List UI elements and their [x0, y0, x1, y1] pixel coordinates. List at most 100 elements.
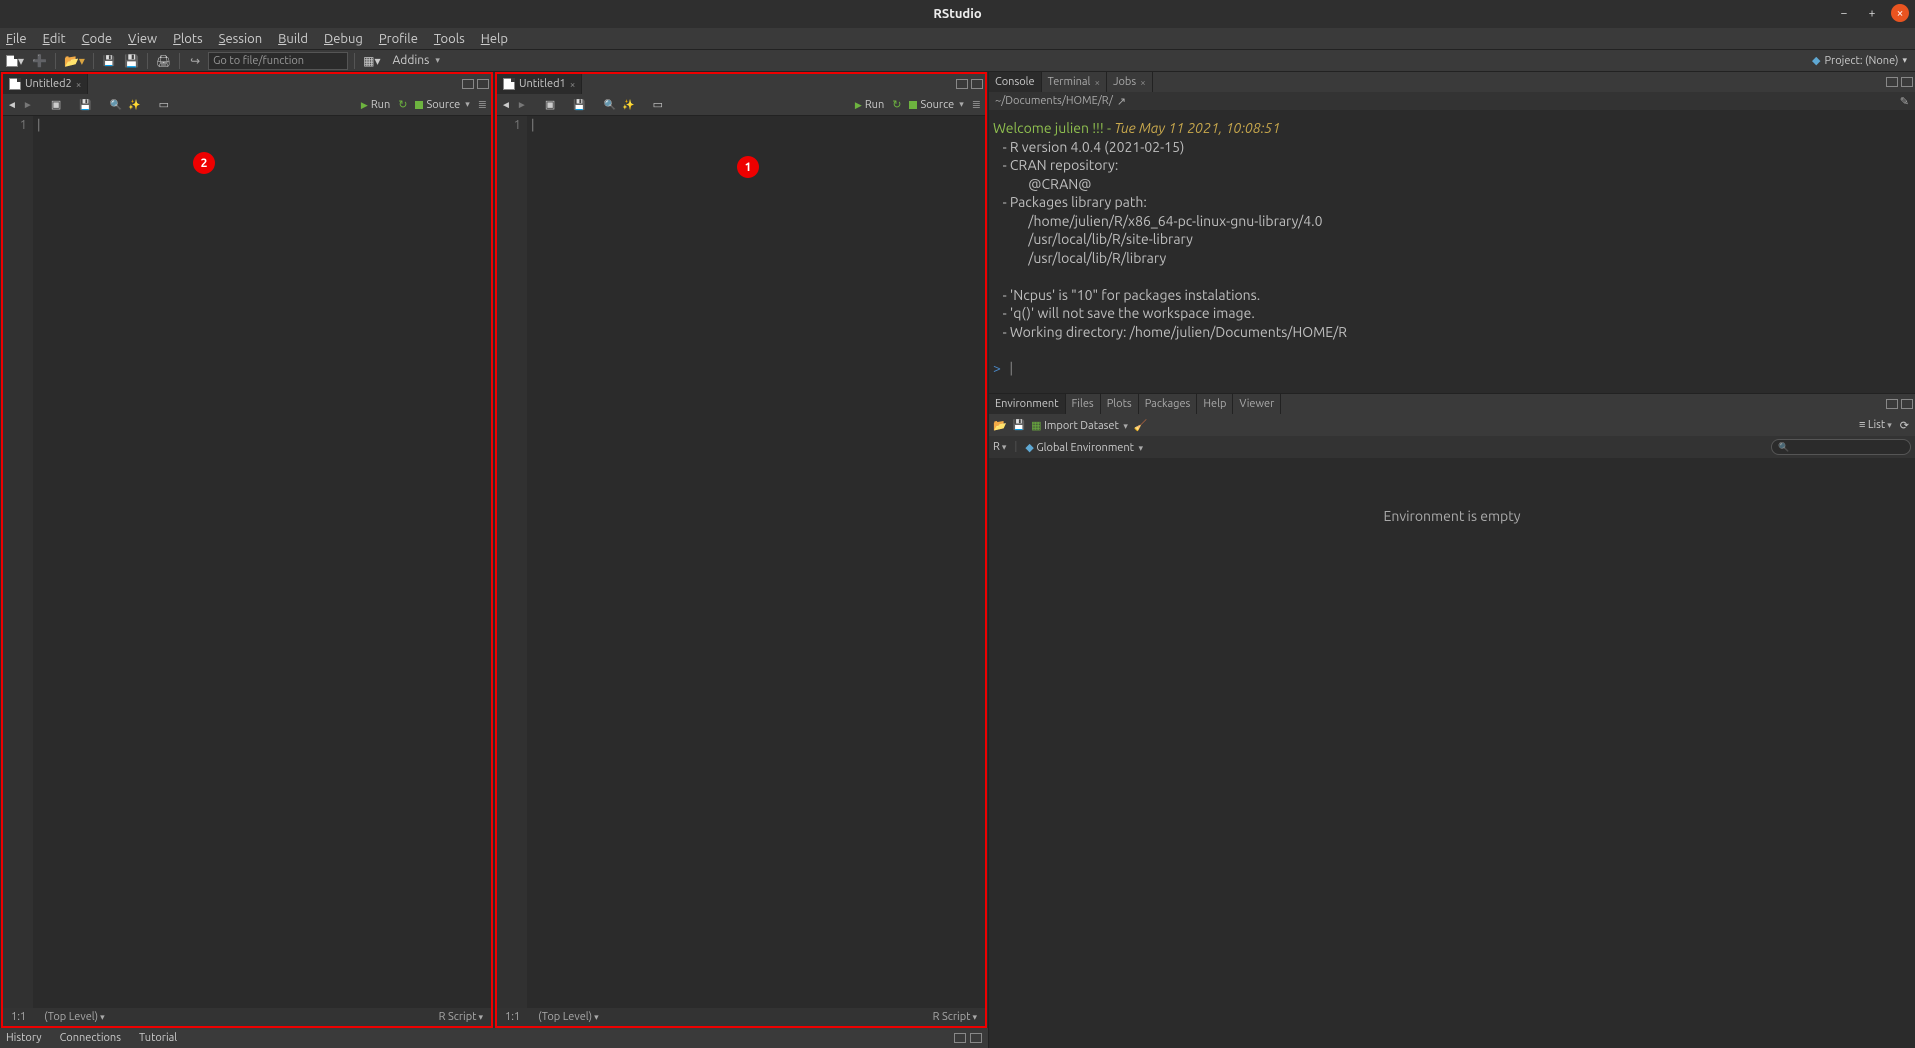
tab-label: Terminal: [1048, 76, 1091, 88]
save-button[interactable]: [100, 52, 118, 70]
save-all-button[interactable]: 💾: [122, 52, 141, 70]
bottom-minimize-icon[interactable]: [954, 1033, 966, 1043]
code-tools-button[interactable]: [128, 99, 140, 111]
env-search-input[interactable]: [1771, 439, 1911, 455]
run-button[interactable]: Run: [361, 99, 390, 111]
console-tab-terminal[interactable]: Terminal×: [1042, 72, 1107, 92]
env-tab-help[interactable]: Help: [1197, 394, 1233, 414]
env-tab-viewer[interactable]: Viewer: [1233, 394, 1281, 414]
project-icon: [1812, 54, 1820, 67]
new-project-button[interactable]: ➕: [30, 52, 49, 70]
find-button[interactable]: [110, 99, 122, 111]
compile-report-button[interactable]: ▭: [653, 98, 663, 111]
menu-build[interactable]: Build: [278, 32, 308, 46]
nav-back-button[interactable]: [7, 99, 17, 111]
lang-dropdown[interactable]: R Script: [933, 1011, 977, 1023]
rerun-button[interactable]: ↻: [398, 98, 407, 111]
source-button[interactable]: Source: [415, 99, 469, 111]
load-workspace-button[interactable]: 📂: [993, 419, 1007, 432]
bottom-maximize-icon[interactable]: [970, 1033, 982, 1043]
grid-button[interactable]: ▦▾: [361, 52, 382, 70]
nav-forward-button[interactable]: [23, 99, 33, 111]
console-tab-console[interactable]: Console: [989, 72, 1042, 92]
close-tab-icon[interactable]: ×: [76, 79, 82, 90]
maximize-button[interactable]: +: [1863, 4, 1881, 22]
rerun-button[interactable]: ↻: [892, 98, 901, 111]
env-scope-dropdown[interactable]: ◆ Global Environment: [1025, 441, 1143, 454]
editor-statusbar: 1:1 (Top Level) R Script: [3, 1008, 491, 1026]
print-button[interactable]: 🖨: [154, 52, 173, 70]
code-editor[interactable]: 1 |: [3, 116, 491, 1008]
new-file-button[interactable]: ▾: [4, 52, 26, 70]
code-tools-button[interactable]: [622, 99, 634, 111]
editor-tab[interactable]: Untitled1 ×: [497, 74, 582, 94]
menu-edit[interactable]: Edit: [43, 32, 66, 46]
outline-button[interactable]: ≣: [972, 98, 981, 111]
project-menu[interactable]: Project: (None) ▾: [1812, 54, 1907, 67]
close-tab-icon[interactable]: ×: [1140, 77, 1146, 88]
editor-tabs: Untitled2 ×: [3, 74, 491, 94]
addins-menu[interactable]: Addins: [387, 54, 446, 67]
save-workspace-button[interactable]: [1013, 419, 1025, 431]
env-tab-packages[interactable]: Packages: [1139, 394, 1198, 414]
clear-env-button[interactable]: 🧹: [1134, 419, 1148, 432]
console-minimize-icon[interactable]: [1886, 77, 1898, 87]
pane-minimize-icon[interactable]: [956, 79, 968, 89]
env-tab-files[interactable]: Files: [1066, 394, 1101, 414]
menu-tools[interactable]: Tools: [434, 32, 465, 46]
source-button[interactable]: Source: [909, 99, 963, 111]
save-file-button[interactable]: [573, 99, 585, 111]
nav-forward-button[interactable]: [517, 99, 527, 111]
bottom-tab-connections[interactable]: Connections: [60, 1032, 121, 1044]
show-in-new-window-button[interactable]: ▣: [545, 98, 555, 111]
run-button[interactable]: Run: [855, 99, 884, 111]
env-tab-plots[interactable]: Plots: [1101, 394, 1139, 414]
compile-report-button[interactable]: ▭: [159, 98, 169, 111]
console-tab-jobs[interactable]: Jobs×: [1107, 72, 1153, 92]
bottom-tab-history[interactable]: History: [6, 1032, 42, 1044]
env-list-button[interactable]: ≡ List: [1859, 419, 1892, 431]
console-maximize-icon[interactable]: [1901, 77, 1913, 87]
open-file-button[interactable]: 📂▾: [62, 52, 87, 70]
bottom-tab-tutorial[interactable]: Tutorial: [139, 1032, 177, 1044]
scope-dropdown[interactable]: (Top Level): [538, 1011, 599, 1023]
minimize-button[interactable]: −: [1835, 4, 1853, 22]
clear-console-icon[interactable]: ✎: [1900, 95, 1909, 108]
code-editor[interactable]: 1 |: [497, 116, 985, 1008]
pane-maximize-icon[interactable]: [971, 79, 983, 89]
pane-maximize-icon[interactable]: [477, 79, 489, 89]
show-in-new-window-button[interactable]: ▣: [51, 98, 61, 111]
code-area[interactable]: |: [33, 116, 491, 1008]
goto-input[interactable]: Go to file/function: [208, 52, 348, 70]
refresh-env-icon[interactable]: ⟳: [1900, 419, 1909, 432]
console-path-arrow-icon[interactable]: ↗: [1117, 95, 1126, 108]
menu-help[interactable]: Help: [481, 32, 508, 46]
env-lang-dropdown[interactable]: R: [993, 441, 1006, 453]
pane-minimize-icon[interactable]: [462, 79, 474, 89]
outline-button[interactable]: ≣: [478, 98, 487, 111]
save-file-button[interactable]: [79, 99, 91, 111]
close-button[interactable]: ×: [1891, 4, 1909, 22]
menu-code[interactable]: Code: [82, 32, 112, 46]
code-area[interactable]: |: [527, 116, 985, 1008]
menu-view[interactable]: View: [128, 32, 157, 46]
close-tab-icon[interactable]: ×: [570, 79, 576, 90]
menu-profile[interactable]: Profile: [379, 32, 418, 46]
menu-file[interactable]: File: [6, 32, 27, 46]
menu-debug[interactable]: Debug: [324, 32, 363, 46]
lang-dropdown[interactable]: R Script: [439, 1011, 483, 1023]
console-body[interactable]: Welcome julien !!! - Tue May 11 2021, 10…: [989, 110, 1915, 393]
menu-session[interactable]: Session: [219, 32, 262, 46]
file-icon: [503, 78, 515, 90]
scope-dropdown[interactable]: (Top Level): [44, 1011, 105, 1023]
env-maximize-icon[interactable]: [1901, 399, 1913, 409]
import-dataset-button[interactable]: ▦ Import Dataset: [1031, 419, 1128, 432]
find-button[interactable]: [604, 99, 616, 111]
env-tab-environment[interactable]: Environment: [989, 394, 1066, 414]
menu-plots[interactable]: Plots: [173, 32, 203, 46]
nav-back-button[interactable]: [501, 99, 511, 111]
env-minimize-icon[interactable]: [1886, 399, 1898, 409]
editor-tab-label: Untitled1: [519, 78, 566, 90]
close-tab-icon[interactable]: ×: [1094, 77, 1100, 88]
editor-tab[interactable]: Untitled2 ×: [3, 74, 88, 94]
